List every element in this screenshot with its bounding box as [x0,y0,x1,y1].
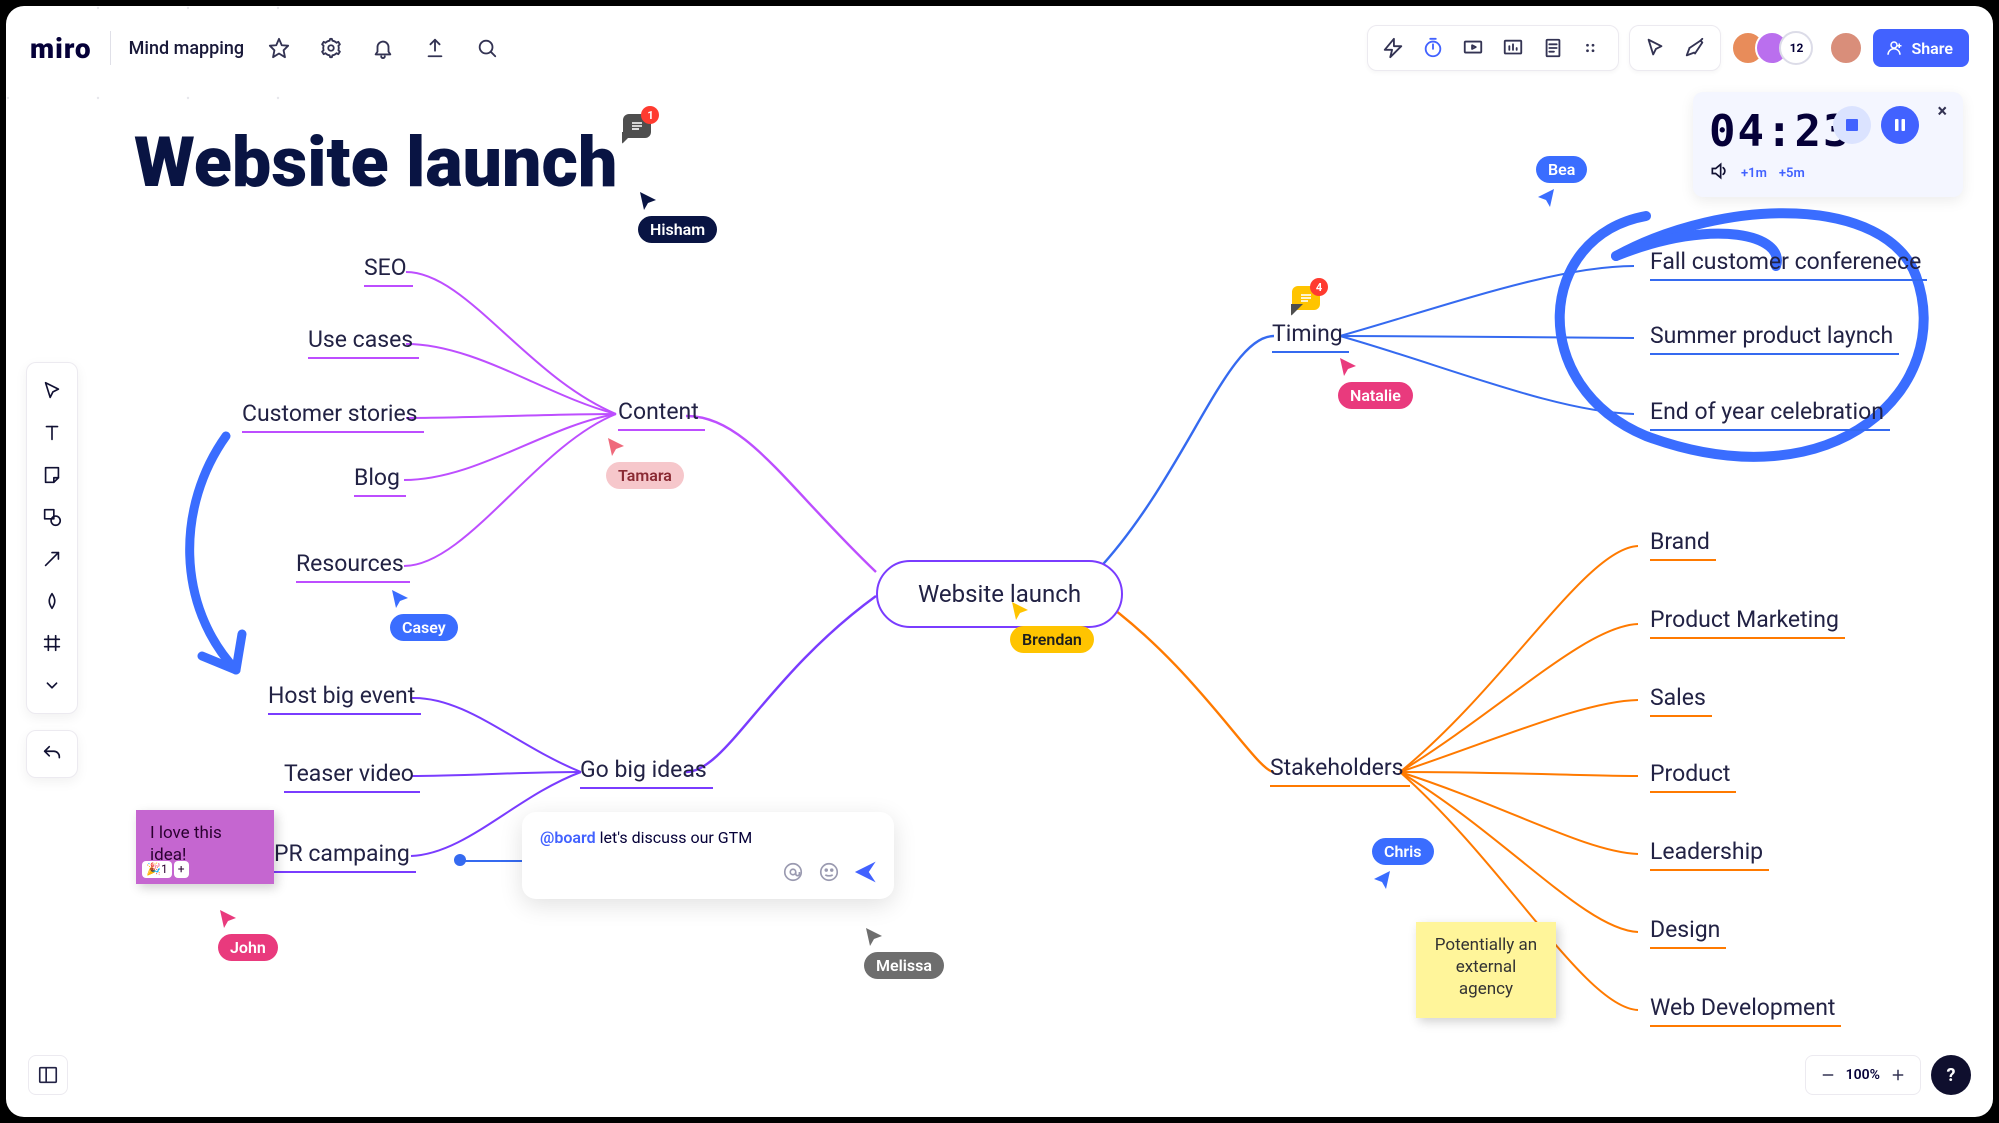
emoji-icon[interactable] [818,861,840,887]
node-teaser[interactable]: Teaser video [284,760,414,787]
node-product[interactable]: Product [1650,760,1730,787]
cursor-label: Bea [1536,156,1587,183]
at-mention-icon[interactable] [782,861,804,887]
comment-count-badge: 1 [641,106,659,124]
zoom-out-button[interactable] [1814,1061,1842,1089]
cursor-label: Brendan [1010,626,1094,653]
node-timing[interactable]: Timing [1272,320,1343,347]
comment-anchor-line [460,860,524,862]
node-brand[interactable]: Brand [1650,528,1710,555]
remote-cursor: Chris [1372,838,1434,891]
node-seo[interactable]: SEO [364,254,407,281]
node-pm[interactable]: Product Marketing [1650,606,1839,633]
zoom-in-button[interactable] [1884,1061,1912,1089]
reaction-badge[interactable]: 🎉1 [142,861,172,879]
sticky-text: I love this idea! [150,823,222,865]
remote-cursor: Casey [390,588,458,641]
node-content[interactable]: Content [618,398,699,425]
comment-composer[interactable]: @board let's discuss our GTM [522,812,894,899]
node-blog[interactable]: Blog [354,464,400,491]
cursor-label: Casey [390,614,458,641]
node-hostevent[interactable]: Host big event [268,682,415,709]
node-usecases[interactable]: Use cases [308,326,413,353]
zoom-control: 100% [1805,1055,1921,1095]
remote-cursor: Tamara [606,436,684,489]
node-eoy[interactable]: End of year celebration [1650,398,1884,425]
mention: @board [540,828,596,847]
sticky-note[interactable]: I love this idea! 🎉1 + [136,810,274,884]
page-title[interactable]: Website launch [134,122,617,204]
remote-cursor: John [218,908,278,961]
cursor-label: Melissa [864,952,944,979]
remote-cursor: Melissa [864,926,944,979]
cursor-label: Natalie [1338,382,1413,409]
node-pr[interactable]: PR campaing [274,840,410,867]
remote-cursor: Bea [1536,156,1587,209]
send-icon[interactable] [854,861,876,887]
comment-indicator[interactable]: 1 [623,114,651,138]
sticky-note[interactable]: Potentially an external agency [1416,922,1556,1018]
node-sales[interactable]: Sales [1650,684,1706,711]
node-leadership[interactable]: Leadership [1650,838,1763,865]
cursor-label: Chris [1372,838,1434,865]
node-summer[interactable]: Summer product laynch [1650,322,1893,349]
remote-cursor: Natalie [1338,356,1413,409]
panel-toggle[interactable] [28,1055,68,1095]
node-fall[interactable]: Fall customer conferenece [1650,248,1921,275]
comment-indicator[interactable]: 4 [1292,286,1320,310]
node-resources[interactable]: Resources [296,550,404,577]
help-button[interactable]: ? [1931,1055,1971,1095]
node-design[interactable]: Design [1650,916,1720,943]
cursor-label: John [218,934,278,961]
node-gobig[interactable]: Go big ideas [580,756,707,783]
node-stakeholders[interactable]: Stakeholders [1270,754,1404,781]
cursor-label: Hisham [638,216,717,243]
cursor-label: Tamara [606,462,684,489]
mindmap-center[interactable]: Website launch [876,560,1123,628]
zoom-level: 100% [1846,1067,1880,1083]
reaction-add[interactable]: + [174,861,189,879]
comment-count-badge: 4 [1310,278,1328,296]
sticky-text: Potentially an external agency [1435,935,1537,999]
node-webdev[interactable]: Web Development [1650,994,1835,1021]
node-customerstories[interactable]: Customer stories [242,400,418,427]
comment-text: let's discuss our GTM [596,828,753,847]
